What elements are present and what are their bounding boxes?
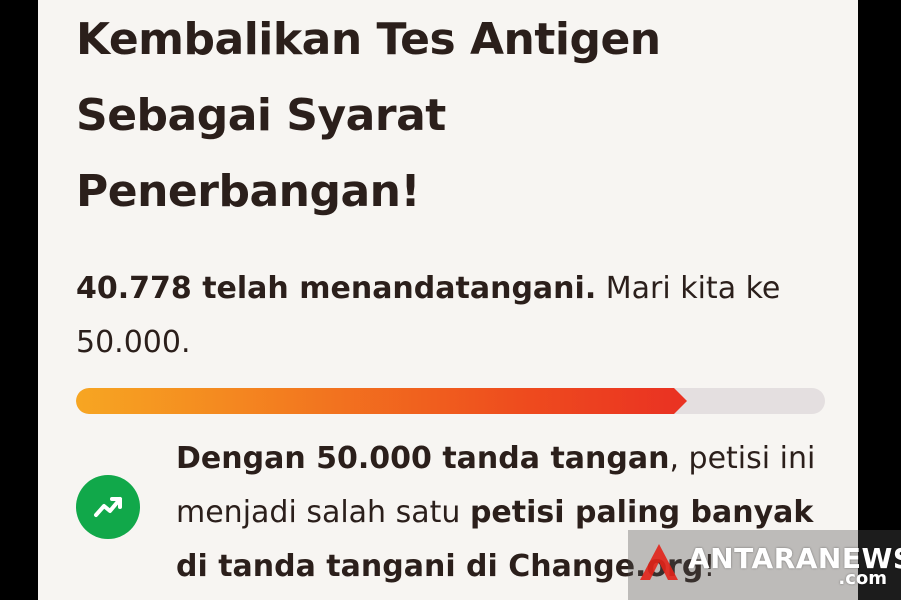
- antaranews-watermark: ANTARANEWS .com: [628, 530, 901, 600]
- info-line2-bold: petisi paling banyak: [469, 495, 814, 530]
- watermark-suffix: .com: [838, 568, 887, 589]
- antaranews-logo-icon: [640, 544, 678, 580]
- title-line-1: Kembalikan Tes Antigen: [76, 14, 661, 65]
- signature-count: 40.778 telah menandatangani. Mari kita k…: [76, 262, 816, 370]
- progress-fill: [76, 388, 674, 414]
- signature-goal-number: 50.000.: [76, 325, 191, 360]
- petition-title: Kembalikan Tes Antigen Sebagai Syarat Pe…: [76, 2, 816, 230]
- info-line2-text: menjadi salah satu: [176, 495, 470, 530]
- info-line1-bold: Dengan 50.000 tanda tangan: [176, 441, 670, 476]
- title-line-3: Penerbangan!: [76, 166, 421, 217]
- signature-count-bold: 40.778 telah menandatangani.: [76, 271, 597, 306]
- signature-goal-text: Mari kita ke: [596, 271, 781, 306]
- signature-progress-bar: [76, 388, 825, 414]
- title-line-2: Sebagai Syarat: [76, 90, 446, 141]
- info-line3-bold: di tanda tangani di Change.org: [176, 549, 704, 584]
- progress-tip: [674, 388, 687, 414]
- trending-up-icon: [76, 475, 140, 539]
- info-line1-text: , petisi ini: [669, 441, 816, 476]
